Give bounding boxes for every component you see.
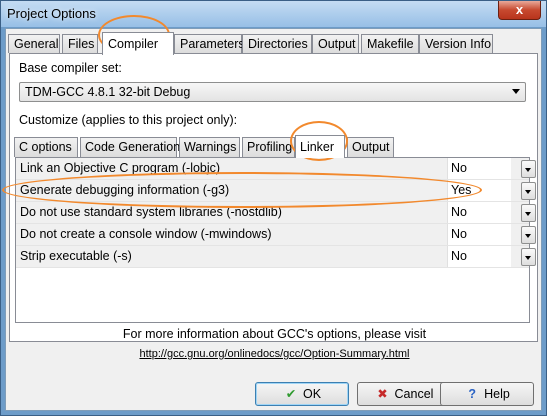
option-row[interactable]: Generate debugging information (-g3) Yes xyxy=(16,180,536,202)
project-options-window: Project Options x General Files Compiler… xyxy=(0,0,547,416)
tab-directories[interactable]: Directories xyxy=(242,34,312,53)
tab-version-info[interactable]: Version Info xyxy=(419,34,493,53)
chevron-down-icon xyxy=(525,168,531,172)
ok-button[interactable]: ✔ OK xyxy=(255,382,349,406)
option-value-text: No xyxy=(451,161,467,175)
chevron-down-icon xyxy=(525,234,531,238)
help-button[interactable]: ? Help xyxy=(440,382,534,406)
option-value[interactable]: Yes xyxy=(447,180,511,201)
tab-profiling[interactable]: Profiling xyxy=(242,137,295,157)
tab-parameters[interactable]: Parameters xyxy=(174,34,245,53)
tab-linker-output[interactable]: Output xyxy=(347,137,394,157)
tab-c-options[interactable]: C options xyxy=(14,137,78,157)
customize-label: Customize (applies to this project only)… xyxy=(19,113,238,127)
checkmark-icon: ✔ xyxy=(285,387,297,401)
option-value[interactable]: No xyxy=(447,158,511,179)
cancel-label: Cancel xyxy=(394,387,434,401)
chevron-down-icon xyxy=(525,256,531,260)
option-value[interactable]: No xyxy=(447,224,511,245)
option-dropdown-button[interactable] xyxy=(521,226,536,244)
option-dropdown-button[interactable] xyxy=(521,248,536,266)
option-label: Generate debugging information (-g3) xyxy=(20,183,230,197)
option-dropdown-button[interactable] xyxy=(521,204,536,222)
option-label: Strip executable (-s) xyxy=(20,249,132,263)
tab-output[interactable]: Output xyxy=(312,34,359,53)
title-bar[interactable]: Project Options x xyxy=(1,1,546,27)
option-label: Link an Objective C program (-lobjc) xyxy=(20,161,221,175)
cancel-button[interactable]: ✖ Cancel xyxy=(357,382,451,406)
help-icon: ? xyxy=(468,387,476,401)
option-row[interactable]: Do not use standard system libraries (-n… xyxy=(16,202,536,224)
option-value-text: No xyxy=(451,205,467,219)
option-row[interactable]: Strip executable (-s) No xyxy=(16,246,536,268)
chevron-down-icon xyxy=(525,212,531,216)
base-compiler-set-label: Base compiler set: xyxy=(19,61,122,75)
tab-warnings[interactable]: Warnings xyxy=(179,137,240,157)
option-label: Do not use standard system libraries (-n… xyxy=(20,205,282,219)
base-compiler-set-select[interactable]: TDM-GCC 4.8.1 32-bit Debug xyxy=(19,82,526,102)
base-compiler-set-value: TDM-GCC 4.8.1 32-bit Debug xyxy=(25,85,191,99)
option-row[interactable]: Link an Objective C program (-lobjc) No xyxy=(16,158,536,180)
tab-code-generation[interactable]: Code Generation xyxy=(80,137,180,157)
tab-files[interactable]: Files xyxy=(62,34,98,53)
option-label: Do not create a console window (-mwindow… xyxy=(20,227,272,241)
option-value-text: No xyxy=(451,249,467,263)
chevron-down-icon xyxy=(512,89,520,94)
tab-general[interactable]: General xyxy=(8,34,60,53)
option-value[interactable]: No xyxy=(447,246,511,267)
option-value-text: Yes xyxy=(451,183,472,197)
window-title: Project Options xyxy=(7,6,96,21)
chevron-down-icon xyxy=(525,190,531,194)
tab-makefile[interactable]: Makefile xyxy=(361,34,419,53)
ok-label: OK xyxy=(302,387,322,401)
linker-options-grid: Link an Objective C program (-lobjc) No … xyxy=(15,157,536,323)
tab-linker[interactable]: Linker xyxy=(295,135,345,158)
option-dropdown-button[interactable] xyxy=(521,160,536,178)
help-label: Help xyxy=(484,387,510,401)
close-icon: ✖ xyxy=(377,387,388,401)
option-value[interactable]: No xyxy=(447,202,511,223)
option-value-text: No xyxy=(451,227,467,241)
option-row[interactable]: Do not create a console window (-mwindow… xyxy=(16,224,536,246)
close-button[interactable]: x xyxy=(498,1,541,20)
tab-compiler[interactable]: Compiler xyxy=(102,32,174,55)
dialog-client: General Files Compiler Parameters Direct… xyxy=(5,28,542,411)
gcc-info-text: For more information about GCC's options… xyxy=(122,327,427,341)
option-dropdown-button[interactable] xyxy=(521,182,536,200)
gcc-options-link[interactable]: http://gcc.gnu.org/onlinedocs/gcc/Option… xyxy=(6,348,543,360)
